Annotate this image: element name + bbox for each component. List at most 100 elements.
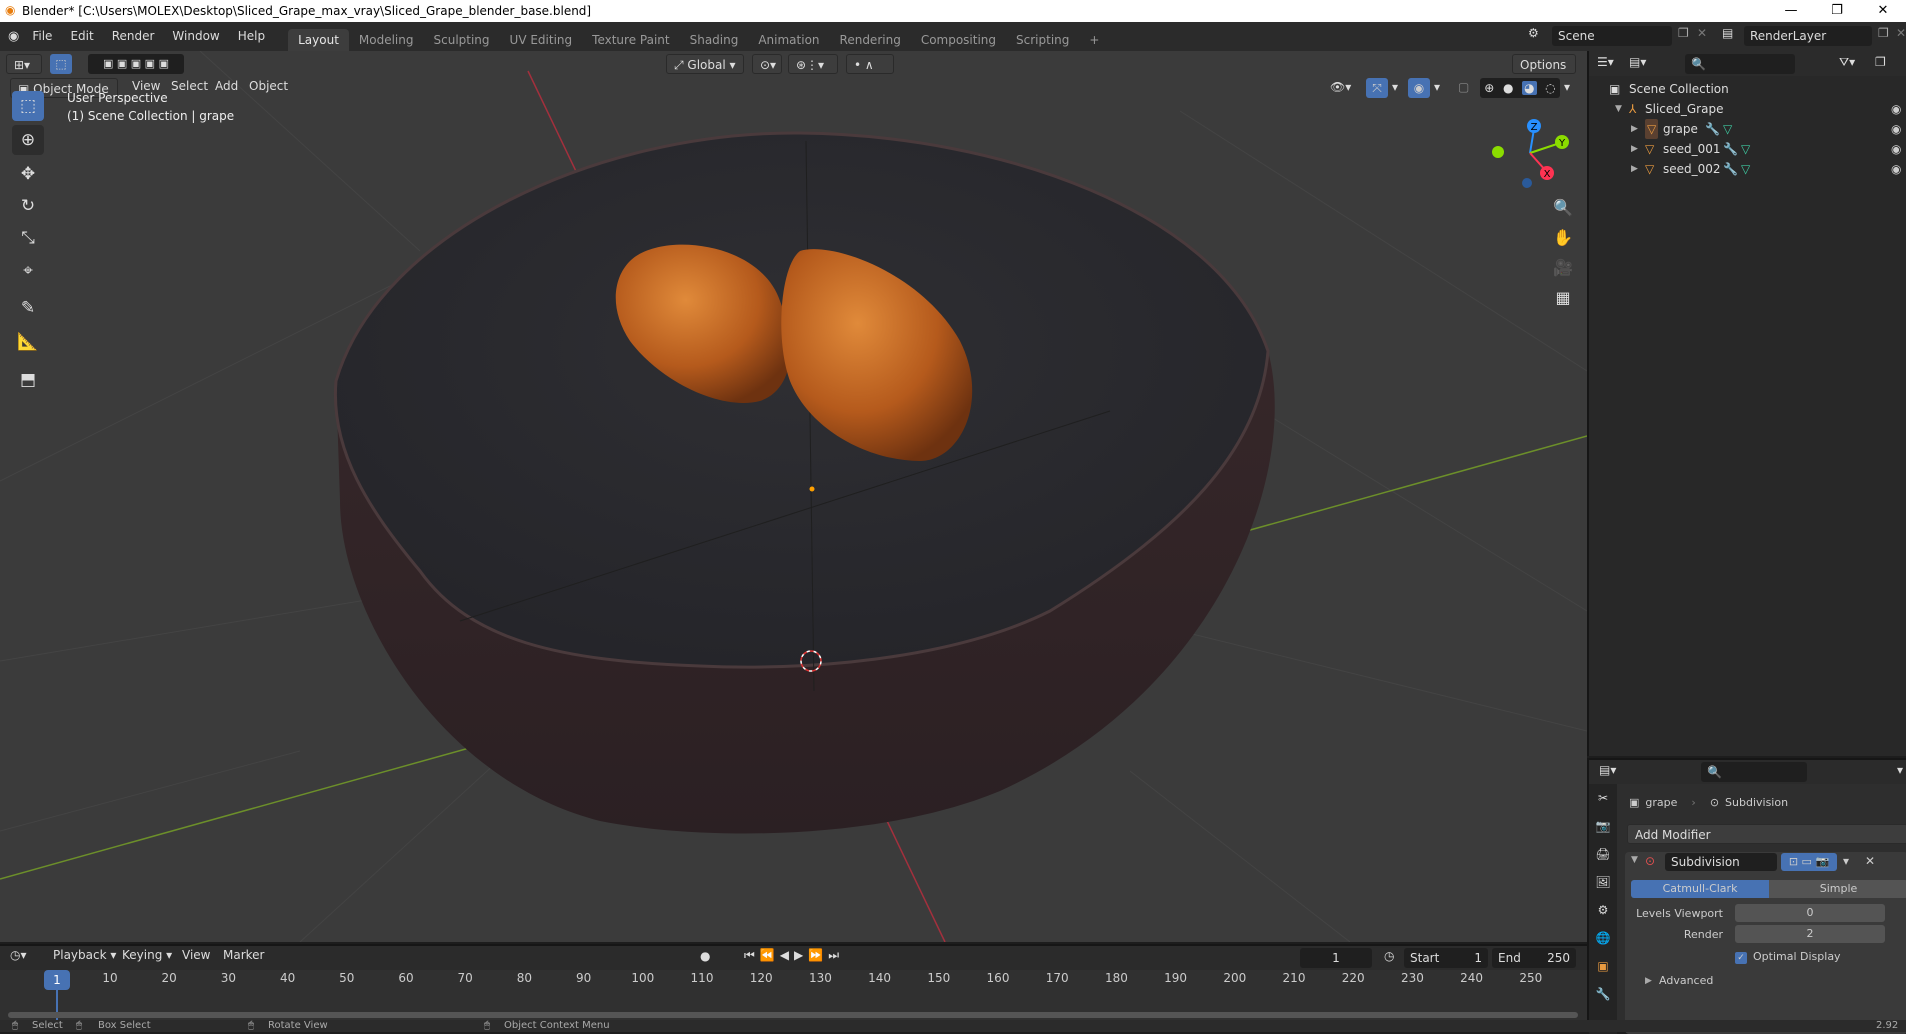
modifier-wrench-icon[interactable]: 🔧 <box>1705 119 1720 139</box>
scene-icon[interactable]: ⚙ <box>1528 26 1539 40</box>
scene-tab-icon[interactable]: ⚙ <box>1589 896 1617 924</box>
outliner-row-collection[interactable]: ▼ ⅄ Sliced_Grape ◉ <box>1589 99 1906 119</box>
optimal-display-checkbox[interactable]: ✓ <box>1735 952 1747 964</box>
pan-hand-icon[interactable]: ✋ <box>1549 223 1577 251</box>
viewport-menu-object[interactable]: Object <box>240 74 297 99</box>
annotate-tool[interactable]: ✎ <box>12 293 44 323</box>
snap-button[interactable]: ⊛⋮▾ <box>788 54 838 74</box>
next-keyframe-icon[interactable]: ⏩ <box>808 948 828 962</box>
editor-type-button[interactable]: ⊞▾ <box>6 54 42 74</box>
material-preview-icon[interactable]: ◕ <box>1522 81 1537 95</box>
visibility-eye-icon[interactable]: ◉ <box>1891 119 1901 139</box>
current-frame-field[interactable]: 1 <box>1300 948 1372 968</box>
advanced-section-header[interactable]: Advanced <box>1659 974 1713 987</box>
rotate-tool[interactable]: ↻ <box>12 191 44 221</box>
end-frame-field[interactable]: End 250 <box>1492 948 1576 968</box>
move-tool[interactable]: ✥ <box>12 159 44 189</box>
gizmo-neg-y-icon[interactable] <box>1492 146 1504 158</box>
select-box-tool[interactable]: ⬚ <box>12 91 44 121</box>
view-layer-tab-icon[interactable]: 🖼 <box>1589 868 1617 896</box>
view-layer-selector[interactable]: RenderLayer <box>1744 26 1872 46</box>
minimize-button[interactable]: — <box>1768 0 1814 22</box>
timeline-menu-keying[interactable]: Keying ▾ <box>113 943 181 967</box>
outliner-row-scene-collection[interactable]: ▣ Scene Collection <box>1589 79 1906 99</box>
modifier-tab-icon[interactable]: 🔧 <box>1589 980 1617 1008</box>
outliner-row-grape[interactable]: ▶ ▽ grape 🔧 ▽ ◉ <box>1589 119 1906 139</box>
timeline-menu-marker[interactable]: Marker <box>214 943 273 967</box>
modifier-name-field[interactable]: Subdivision <box>1665 853 1777 871</box>
blender-menu-icon[interactable]: ◉ <box>8 29 19 44</box>
new-collection-icon[interactable]: ❐ <box>1875 55 1886 69</box>
options-dropdown[interactable]: Options ▾ <box>1512 54 1576 92</box>
rendered-shading-icon[interactable]: ◌ <box>1545 81 1555 95</box>
expand-arrow-icon[interactable]: ▶ <box>1631 139 1638 159</box>
outliner-search-input[interactable]: 🔍 <box>1685 54 1795 74</box>
timeline-scrollbar[interactable] <box>8 1012 1578 1018</box>
outliner-row-seed-002[interactable]: ▶ ▽ seed_002 🔧 ▽ ◉ <box>1589 159 1906 179</box>
selection-mode-icons[interactable]: ▣ ▣ ▣ ▣ ▣ <box>88 54 184 74</box>
tab-modeling[interactable]: Modeling <box>349 29 424 51</box>
pivot-point-button[interactable]: ⊙▾ <box>752 54 782 74</box>
timeline-menu-view[interactable]: View <box>173 943 219 967</box>
add-workspace-button[interactable]: + <box>1079 29 1109 51</box>
measure-tool[interactable]: 📐 <box>12 327 44 357</box>
add-cube-tool[interactable]: ⬒ <box>12 365 44 395</box>
properties-options-icon[interactable]: ▾ <box>1897 763 1903 777</box>
play-icon[interactable]: ▶ <box>794 948 808 962</box>
timeline-editor-type-icon[interactable]: ◷▾ <box>10 948 27 962</box>
tab-texture-paint[interactable]: Texture Paint <box>582 29 679 51</box>
play-reverse-icon[interactable]: ◀ <box>780 948 794 962</box>
simple-button[interactable]: Simple <box>1769 880 1906 898</box>
wireframe-shading-icon[interactable]: ⊕ <box>1484 81 1494 95</box>
auto-keying-icon[interactable]: ● <box>700 949 710 963</box>
tab-scripting[interactable]: Scripting <box>1006 29 1079 51</box>
object-tab-icon[interactable]: ▣ <box>1589 952 1617 980</box>
new-view-layer-icon[interactable]: ❐ <box>1878 26 1889 40</box>
tool-tab-icon[interactable]: ✂ <box>1589 784 1617 812</box>
transform-tool[interactable]: ⌖ <box>12 256 44 286</box>
preview-range-icon[interactable]: ◷ <box>1384 949 1394 963</box>
zoom-icon[interactable]: 🔍 <box>1549 193 1577 221</box>
visibility-eye-icon[interactable]: ◉ <box>1891 139 1901 159</box>
menu-edit[interactable]: Edit <box>61 22 102 51</box>
visibility-eye-icon[interactable]: ◉ <box>1891 99 1901 119</box>
maximize-button[interactable]: ❐ <box>1814 0 1860 22</box>
mesh-data-icon[interactable]: ▽ <box>1741 159 1750 179</box>
close-window-button[interactable]: ✕ <box>1860 0 1906 22</box>
advanced-expand-icon[interactable]: ▶ <box>1645 976 1652 986</box>
delete-scene-icon[interactable]: ✕ <box>1697 26 1707 40</box>
cursor-tool[interactable]: ⊕ <box>12 125 44 155</box>
expand-arrow-icon[interactable]: ▶ <box>1631 159 1638 179</box>
playhead-frame-label[interactable]: 1 <box>44 970 70 990</box>
prev-keyframe-icon[interactable]: ⏪ <box>760 948 780 962</box>
tab-shading[interactable]: Shading <box>680 29 749 51</box>
tab-animation[interactable]: Animation <box>748 29 829 51</box>
jump-end-icon[interactable]: ⏭ <box>828 948 844 962</box>
catmull-clark-button[interactable]: Catmull-Clark <box>1631 880 1769 898</box>
modifier-dropdown-icon[interactable]: ▾ <box>1843 854 1849 868</box>
output-tab-icon[interactable]: 🖨 <box>1589 840 1617 868</box>
gizmo-toggle-icon[interactable]: ⤧ <box>1366 78 1388 98</box>
modifier-wrench-icon[interactable]: 🔧 <box>1723 159 1738 179</box>
solid-shading-icon[interactable]: ● <box>1503 81 1513 95</box>
start-frame-field[interactable]: Start 1 <box>1404 948 1488 968</box>
gizmo-neg-z-icon[interactable] <box>1522 178 1532 188</box>
filter-icon[interactable]: ⛛▾ <box>1839 55 1855 70</box>
tab-rendering[interactable]: Rendering <box>830 29 911 51</box>
xray-toggle-icon[interactable]: ▢ <box>1458 80 1469 94</box>
expand-arrow-icon[interactable]: ▼ <box>1615 99 1622 119</box>
scale-tool[interactable]: ⤡ <box>12 223 44 253</box>
render-tab-icon[interactable]: 📷 <box>1589 812 1617 840</box>
menu-file[interactable]: File <box>23 22 61 51</box>
levels-viewport-field[interactable]: 0 <box>1735 904 1885 922</box>
properties-search-input[interactable]: 🔍 <box>1701 762 1807 782</box>
camera-view-icon[interactable]: 🎥 <box>1549 253 1577 281</box>
tab-sculpting[interactable]: Sculpting <box>424 29 500 51</box>
proportional-edit-button[interactable]: • ∧ <box>846 54 894 74</box>
shading-dropdown-icon[interactable]: ▾ <box>1564 80 1570 94</box>
scene-selector[interactable]: Scene <box>1552 26 1672 46</box>
expand-arrow-icon[interactable]: ▶ <box>1631 119 1638 139</box>
tab-layout[interactable]: Layout <box>288 29 349 51</box>
view-layer-icon[interactable]: ▤ <box>1722 26 1733 40</box>
world-tab-icon[interactable]: 🌐 <box>1589 924 1617 952</box>
